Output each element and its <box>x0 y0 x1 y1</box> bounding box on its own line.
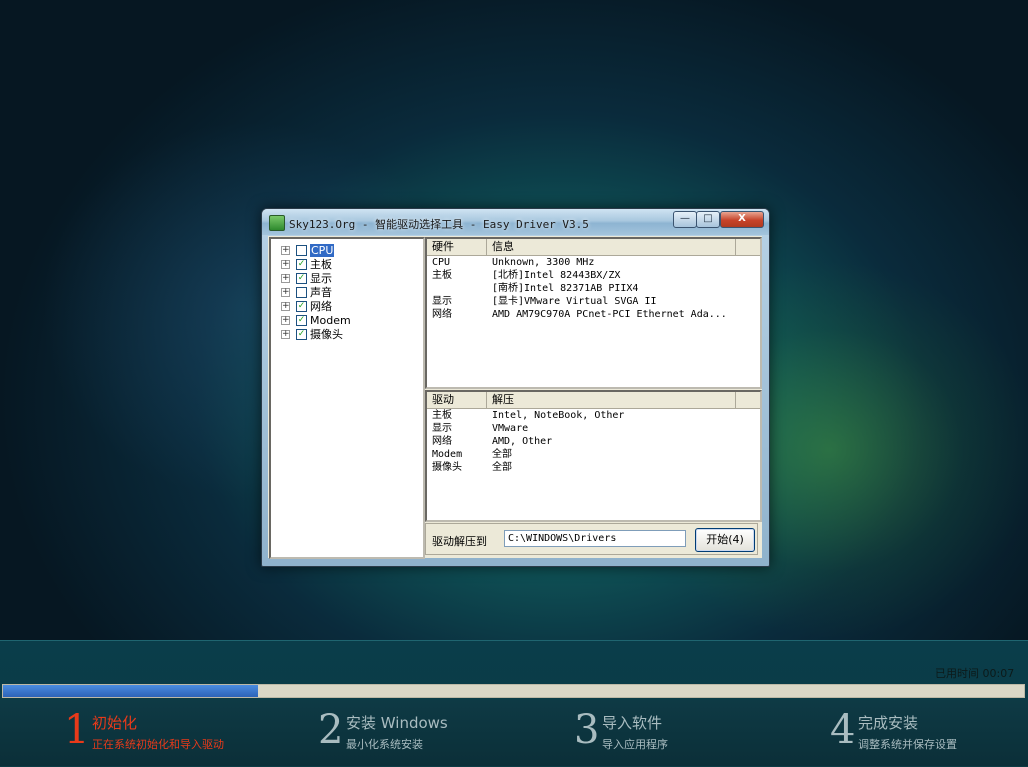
step-3: 3 导入软件 导入应用程序 <box>574 706 774 756</box>
step-4: 4 完成安装 调整系统并保存设置 <box>830 706 1020 756</box>
step-subtitle: 导入应用程序 <box>602 738 668 751</box>
expand-icon[interactable]: + <box>281 245 290 255</box>
driver-list[interactable]: 驱动 解压 主板 Intel, NoteBook, Other 显示 VMwar… <box>425 390 762 522</box>
cell-extract: 全部 <box>492 462 512 473</box>
expand-icon[interactable]: + <box>281 287 290 297</box>
cell-info: Unknown, 3300 MHz <box>492 257 595 268</box>
tree-label[interactable]: CPU <box>310 243 335 257</box>
cell-driver: 网络 <box>432 436 452 447</box>
cell-driver: Modem <box>432 449 463 460</box>
step-number: 4 <box>830 707 856 753</box>
cell-hardware: 显示 <box>432 296 452 307</box>
cell-hardware: 主板 <box>432 270 452 281</box>
expand-icon[interactable]: + <box>281 259 290 269</box>
column-header-info[interactable]: 信息 <box>487 239 736 255</box>
step-subtitle: 调整系统并保存设置 <box>858 738 957 751</box>
easy-driver-window: Sky123.Org - 智能驱动选择工具 - Easy Driver V3.5… <box>261 208 770 567</box>
column-header-extract[interactable]: 解压 <box>487 392 736 408</box>
start-button[interactable]: 开始(4) <box>695 528 755 552</box>
expand-icon[interactable]: + <box>281 329 290 339</box>
setup-progress-fill <box>3 685 258 697</box>
checkbox-sound[interactable] <box>296 286 307 298</box>
minimize-button[interactable]: — <box>673 211 697 228</box>
checkbox-display[interactable]: ✓ <box>296 272 307 284</box>
checkbox-network[interactable]: ✓ <box>296 300 307 312</box>
step-title: 完成安装 <box>858 714 919 732</box>
checkbox-camera[interactable]: ✓ <box>296 328 307 340</box>
step-number: 1 <box>64 707 90 753</box>
checkbox-modem[interactable]: ✓ <box>296 314 307 326</box>
cell-driver: 摄像头 <box>432 462 462 473</box>
cell-driver: 主板 <box>432 410 452 421</box>
checkbox-cpu[interactable] <box>296 244 307 256</box>
tree-item-cpu[interactable]: + CPU <box>281 243 335 257</box>
column-header-filler <box>736 239 760 255</box>
tree-label[interactable]: 网络 <box>310 298 332 314</box>
app-icon <box>269 215 285 231</box>
step-number: 2 <box>318 707 344 753</box>
tree-item-camera[interactable]: + ✓ 摄像头 <box>281 327 343 341</box>
maximize-button[interactable]: □ <box>696 211 720 228</box>
setup-progress-bar <box>2 684 1025 698</box>
column-header-hardware[interactable]: 硬件 <box>427 239 487 255</box>
hardware-list[interactable]: 硬件 信息 CPU Unknown, 3300 MHz 主板 [北桥]Intel… <box>425 237 762 389</box>
step-subtitle: 最小化系统安装 <box>346 738 423 751</box>
expand-icon[interactable]: + <box>281 273 290 283</box>
step-title: 初始化 <box>92 714 138 732</box>
cell-extract: Intel, NoteBook, Other <box>492 410 625 421</box>
tree-item-modem[interactable]: + ✓ Modem <box>281 313 351 327</box>
step-subtitle: 正在系统初始化和导入驱动 <box>92 738 224 751</box>
step-2: 2 安装 Windows 最小化系统安装 <box>318 706 518 756</box>
extract-group: 驱动解压到 开始(4) <box>425 523 758 555</box>
cell-hardware: 网络 <box>432 309 452 320</box>
extract-path-input[interactable] <box>504 530 686 547</box>
step-title: 导入软件 <box>602 714 663 732</box>
step-title: 安装 Windows <box>346 714 448 732</box>
checkbox-mainboard[interactable]: ✓ <box>296 258 307 270</box>
window-title: Sky123.Org - 智能驱动选择工具 - Easy Driver V3.5 <box>289 218 589 231</box>
step-1: 1 初始化 正在系统初始化和导入驱动 <box>64 706 264 756</box>
hardware-list-header: 硬件 信息 <box>427 239 760 256</box>
window-client: + CPU + ✓ 主板 + ✓ 显示 + 声音 + ✓ 网络 + ✓ Mode… <box>268 236 762 559</box>
expand-icon[interactable]: + <box>281 315 290 325</box>
tree-item-sound[interactable]: + 声音 <box>281 285 332 299</box>
close-button[interactable]: X <box>720 211 764 228</box>
tree-label[interactable]: 摄像头 <box>310 326 343 342</box>
column-header-filler <box>736 392 760 408</box>
expand-icon[interactable]: + <box>281 301 290 311</box>
cell-extract: 全部 <box>492 449 512 460</box>
cell-info: [显卡]VMware Virtual SVGA II <box>492 296 657 307</box>
cell-info: AMD AM79C970A PCnet-PCI Ethernet Ada... <box>492 309 727 320</box>
hardware-tree: + CPU + ✓ 主板 + ✓ 显示 + 声音 + ✓ 网络 + ✓ Mode… <box>269 237 425 559</box>
tree-label[interactable]: Modem <box>310 314 351 327</box>
cell-info: [南桥]Intel 82371AB PIIX4 <box>492 283 639 294</box>
cell-extract: VMware <box>492 423 529 434</box>
tree-item-display[interactable]: + ✓ 显示 <box>281 271 332 285</box>
extract-label: 驱动解压到 <box>432 535 487 548</box>
tree-item-network[interactable]: + ✓ 网络 <box>281 299 332 313</box>
driver-list-header: 驱动 解压 <box>427 392 760 409</box>
cell-driver: 显示 <box>432 423 452 434</box>
tree-item-mainboard[interactable]: + ✓ 主板 <box>281 257 332 271</box>
column-header-driver[interactable]: 驱动 <box>427 392 487 408</box>
title-bar[interactable]: Sky123.Org - 智能驱动选择工具 - Easy Driver V3.5… <box>262 209 769 235</box>
cell-extract: AMD, Other <box>492 436 553 447</box>
cell-info: [北桥]Intel 82443BX/ZX <box>492 270 621 281</box>
elapsed-time: 已用时间 00:07 <box>935 667 1015 680</box>
step-number: 3 <box>574 707 600 753</box>
cell-hardware: CPU <box>432 257 451 268</box>
